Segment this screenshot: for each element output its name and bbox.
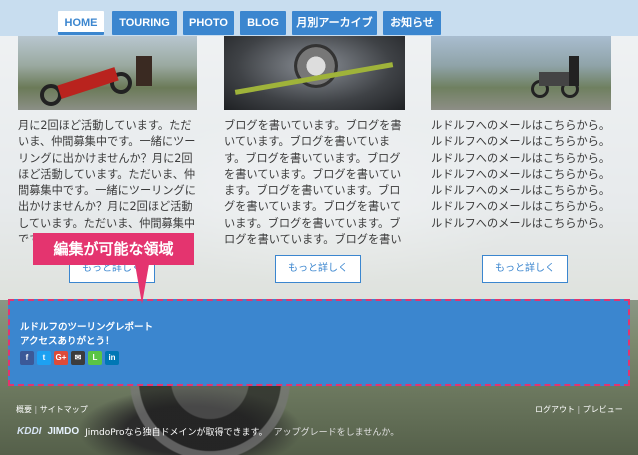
footer-left-links: 概要 | サイトマップ — [16, 404, 88, 415]
rider — [136, 56, 152, 86]
top-navigation: HOME TOURING PHOTO BLOG 月別アーカイブ お知らせ — [0, 0, 638, 36]
nav-home[interactable]: HOME — [58, 11, 104, 35]
nav-touring[interactable]: TOURING — [112, 11, 177, 35]
footer-logout-link[interactable]: ログアウト — [535, 405, 575, 414]
card-text-blog: ブログを書いています。ブログを書いています。ブログを書いています。ブログを書いて… — [224, 119, 402, 247]
more-button-contact[interactable]: もっと詳しく — [482, 255, 568, 283]
footer-separator: | — [577, 405, 581, 414]
linkedin-icon[interactable]: in — [105, 351, 119, 365]
editable-region[interactable]: ルドルフのツーリングレポート アクセスありがとう！ f t G+ ✉ L in — [8, 299, 630, 386]
footer-preview-link[interactable]: プレビュー — [583, 405, 623, 414]
card-text-touring: 月に2回ほど活動しています。ただいま、仲間募集中です。一緒にツーリングに出かけま… — [18, 119, 196, 242]
footer-sitemap-link[interactable]: サイトマップ — [40, 405, 88, 414]
social-share-bar: f t G+ ✉ L in — [20, 351, 119, 365]
card-text-contact: ルドルフへのメールはこちらから。ルドルフへのメールはこちらから。ルドルフへのメー… — [431, 119, 611, 230]
footer-about-link[interactable]: 概要 — [16, 405, 32, 414]
kddi-logo[interactable]: KDDI — [17, 426, 41, 437]
line-icon[interactable]: L — [88, 351, 102, 365]
card-image-contact — [431, 36, 611, 110]
mail-icon[interactable]: ✉ — [71, 351, 85, 365]
nav-archive[interactable]: 月別アーカイブ — [292, 11, 377, 35]
upgrade-link[interactable]: アップグレードをしませんか。 — [274, 425, 400, 438]
more-button-blog[interactable]: もっと詳しく — [275, 255, 361, 283]
footer-promo-bar: KDDI JIMDO JimdoProなら独自ドメインが取得できます。 アップグ… — [17, 425, 399, 438]
motorcycle-body — [57, 67, 119, 99]
promo-text[interactable]: JimdoProなら独自ドメインが取得できます。 — [85, 425, 268, 438]
card-image-blog — [224, 36, 405, 110]
callout-pointer — [135, 264, 149, 304]
nav-news[interactable]: お知らせ — [383, 11, 441, 35]
jimdo-logo[interactable]: JIMDO — [47, 426, 79, 437]
facebook-icon[interactable]: f — [20, 351, 34, 365]
twitter-icon[interactable]: t — [37, 351, 51, 365]
nav-blog[interactable]: BLOG — [240, 11, 286, 35]
footer-right-links: ログアウト | プレビュー — [535, 404, 623, 415]
region-subtitle: アクセスありがとう！ — [20, 336, 115, 347]
google-plus-icon[interactable]: G+ — [54, 351, 68, 365]
editable-region-callout: 編集が可能な領域 — [33, 233, 194, 265]
nav-photo[interactable]: PHOTO — [183, 11, 234, 35]
rider — [569, 56, 579, 86]
region-title: ルドルフのツーリングレポート — [20, 322, 154, 333]
card-image-touring — [18, 36, 197, 110]
footer-separator: | — [34, 405, 38, 414]
motorcycle-body — [539, 72, 573, 86]
